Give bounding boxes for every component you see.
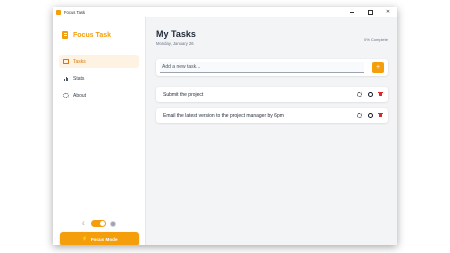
task-actions <box>357 91 383 97</box>
progress-text: 0% Complete <box>363 37 388 42</box>
minimize-button[interactable] <box>343 7 361 17</box>
sidebar-item-label: About <box>73 92 87 99</box>
task-text: Submit the project <box>163 91 204 98</box>
sidebar-item-about[interactable]: About <box>59 89 139 102</box>
theme-toggle: ☾ <box>82 220 116 227</box>
add-task-bar: + <box>156 59 388 76</box>
delete-icon[interactable] <box>378 112 383 118</box>
new-task-input[interactable] <box>160 62 364 73</box>
sidebar-item-tasks[interactable]: Tasks <box>59 55 139 68</box>
bolt-icon: ⚡ <box>81 236 88 242</box>
add-task-button[interactable]: + <box>372 62 384 73</box>
maximize-button[interactable] <box>361 7 379 17</box>
window-title: Focus Task <box>64 9 86 15</box>
complete-checkbox-icon[interactable] <box>368 113 373 118</box>
complete-checkbox-icon[interactable] <box>368 92 373 97</box>
task-actions <box>357 112 383 118</box>
task-item: Submit the project <box>156 87 388 102</box>
sidebar-item-label: Tasks <box>73 58 86 65</box>
delete-icon[interactable] <box>378 91 383 97</box>
sidebar-item-stats[interactable]: Stats <box>59 72 139 85</box>
gear-icon <box>63 92 69 99</box>
dark-mode-switch[interactable] <box>91 220 107 227</box>
plus-icon: + <box>375 64 381 71</box>
app-icon <box>56 9 61 15</box>
switch-knob <box>100 221 106 226</box>
minimize-icon <box>350 11 354 13</box>
focus-mode-button[interactable]: ⚡ Focus Mode <box>60 232 139 245</box>
bar-chart-icon <box>63 76 69 81</box>
close-button[interactable]: ✕ <box>379 7 397 17</box>
focus-mode-label: Focus Mode <box>90 236 118 242</box>
task-text: Email the latest version to the project … <box>163 112 284 119</box>
focus-gear-icon[interactable] <box>357 92 362 97</box>
brand: Focus Task <box>62 31 111 39</box>
task-item: Email the latest version to the project … <box>156 108 388 123</box>
notebook-icon <box>62 31 68 39</box>
app-window: Focus Task ✕ Focus Task Tasks Stats Abou… <box>53 7 397 245</box>
sun-icon <box>111 221 116 226</box>
page-title: My Tasks <box>156 29 196 39</box>
window-controls: ✕ <box>343 7 397 17</box>
list-icon <box>63 59 69 64</box>
maximize-icon <box>367 9 373 15</box>
focus-gear-icon[interactable] <box>357 113 362 118</box>
current-date: Monday, January 26 <box>156 41 194 46</box>
title-bar: Focus Task ✕ <box>53 7 397 17</box>
brand-name: Focus Task <box>73 31 111 39</box>
sidebar-item-label: Stats <box>73 75 85 82</box>
moon-icon: ☾ <box>82 220 87 227</box>
sidebar: Focus Task Tasks Stats About ☾ ⚡ Focus M… <box>53 17 146 245</box>
close-icon: ✕ <box>385 9 391 15</box>
